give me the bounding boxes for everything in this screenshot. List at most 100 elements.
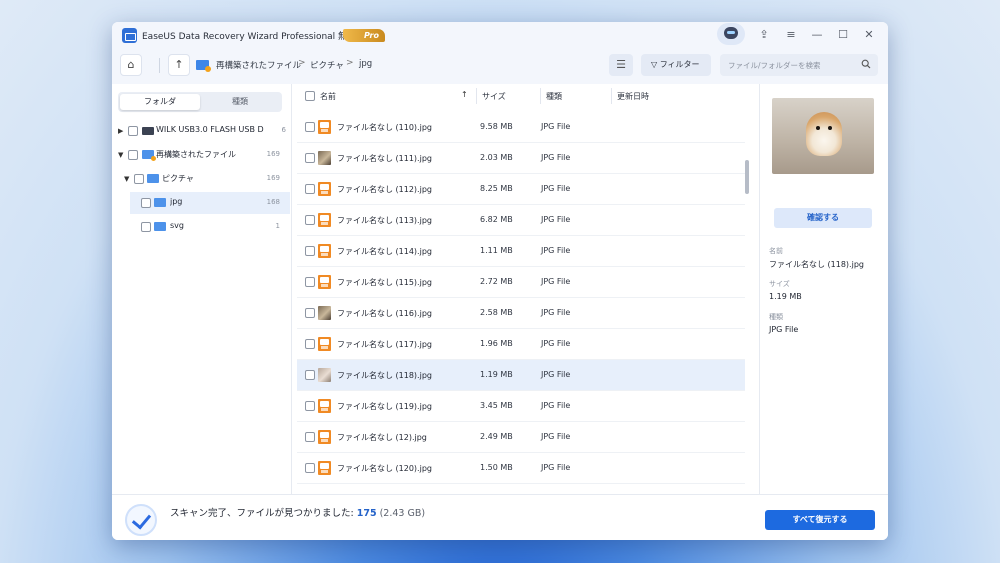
row-checkbox[interactable] (305, 463, 315, 473)
table-row-selected[interactable]: ファイル名なし (118).jpg 1.19 MB JPG File (297, 360, 745, 391)
file-size: 1.19 MB (480, 370, 513, 379)
row-checkbox[interactable] (305, 215, 315, 225)
row-checkbox[interactable] (305, 339, 315, 349)
table-row[interactable]: ファイル名なし (111).jpg 2.03 MB JPG File (297, 143, 745, 174)
column-header-type[interactable]: 種類 (546, 91, 562, 102)
file-type: JPG File (541, 122, 571, 131)
tree-item-usb-drive[interactable]: ▶ WILK USB3.0 FLASH USB D 6 (112, 120, 290, 142)
maximize-icon[interactable]: ☐ (834, 26, 852, 44)
tree-checkbox[interactable] (141, 198, 151, 208)
file-size: 2.58 MB (480, 308, 513, 317)
filter-label: フィルター (659, 60, 700, 69)
app-window: EaseUS Data Recovery Wizard Professional… (112, 22, 888, 540)
table-row[interactable]: ファイル名なし (120).jpg 1.50 MB JPG File (297, 453, 745, 484)
breadcrumb-item-recovered[interactable]: 再構築されたファイル (216, 59, 301, 71)
tree-checkbox[interactable] (134, 174, 144, 184)
image-file-icon (318, 244, 331, 258)
tree-checkbox[interactable] (141, 222, 151, 232)
row-checkbox[interactable] (305, 246, 315, 256)
row-checkbox[interactable] (305, 370, 315, 380)
table-row[interactable]: ファイル名なし (12).jpg 2.49 MB JPG File (297, 422, 745, 453)
tree-item-label: 再構築されたファイル (156, 150, 236, 159)
app-title: EaseUS Data Recovery Wizard Professional… (142, 32, 366, 42)
table-row[interactable]: ファイル名なし (116).jpg 2.58 MB JPG File (297, 298, 745, 329)
preview-name-value: ファイル名なし (118).jpg (769, 260, 864, 269)
account-avatar-icon[interactable] (717, 23, 745, 45)
menu-icon[interactable]: ≡ (782, 26, 800, 44)
collapse-arrow-icon[interactable]: ▼ (124, 175, 129, 183)
file-type: JPG File (541, 153, 571, 162)
table-row[interactable]: ファイル名なし (117).jpg 1.96 MB JPG File (297, 329, 745, 360)
table-row[interactable]: ファイル名なし (115).jpg 2.72 MB JPG File (297, 267, 745, 298)
preview-type-label: 種類 (769, 313, 783, 321)
scrollbar[interactable] (745, 112, 751, 482)
select-all-checkbox[interactable] (305, 91, 315, 101)
row-checkbox[interactable] (305, 184, 315, 194)
file-type: JPG File (541, 308, 571, 317)
expand-arrow-icon[interactable]: ▶ (118, 127, 123, 135)
column-header-size[interactable]: サイズ (482, 91, 506, 102)
table-row[interactable]: ファイル名なし (112).jpg 8.25 MB JPG File (297, 174, 745, 205)
search-box[interactable] (720, 54, 878, 76)
file-type: JPG File (541, 184, 571, 193)
close-icon[interactable]: ✕ (860, 26, 878, 44)
image-file-icon (318, 275, 331, 289)
table-row[interactable]: ファイル名なし (114).jpg 1.11 MB JPG File (297, 236, 745, 267)
tree-item-pictures[interactable]: ▼ ピクチャ 169 (112, 168, 290, 190)
up-folder-button[interactable]: ↑ (168, 54, 190, 76)
table-header: 名前 ↑ サイズ 種類 更新日時 (293, 84, 758, 108)
breadcrumb-item-jpg[interactable]: jpg (359, 59, 372, 69)
tree-item-recovered-files[interactable]: ▼ 再構築されたファイル 169 (112, 144, 290, 166)
column-divider[interactable] (611, 88, 612, 104)
tree-item-label: WILK USB3.0 FLASH USB D (156, 125, 264, 134)
scan-status-text: スキャン完了、ファイルが見つかりました: (170, 508, 357, 519)
row-checkbox[interactable] (305, 122, 315, 132)
file-name: ファイル名なし (115).jpg (337, 278, 432, 287)
collapse-arrow-icon[interactable]: ▼ (118, 151, 123, 159)
minimize-icon[interactable]: — (808, 26, 826, 44)
search-input[interactable] (728, 58, 856, 72)
breadcrumb-item-pictures[interactable]: ピクチャ (310, 59, 344, 71)
recovered-folder-icon (196, 60, 211, 72)
upload-icon[interactable]: ⇪ (755, 26, 773, 44)
preview-size-label: サイズ (769, 280, 790, 288)
title-bar: EaseUS Data Recovery Wizard Professional… (112, 22, 888, 48)
recover-all-button[interactable]: すべて復元する (765, 510, 875, 530)
column-divider[interactable] (540, 88, 541, 104)
list-view-button[interactable]: ☰ (609, 54, 633, 76)
preview-type-value: JPG File (769, 325, 799, 334)
image-file-icon (318, 337, 331, 351)
file-name: ファイル名なし (120).jpg (337, 464, 432, 473)
folder-icon (154, 198, 166, 207)
row-checkbox[interactable] (305, 277, 315, 287)
row-checkbox[interactable] (305, 308, 315, 318)
file-size: 6.82 MB (480, 215, 513, 224)
table-row[interactable]: ファイル名なし (110).jpg 9.58 MB JPG File (297, 112, 745, 143)
search-icon[interactable] (861, 59, 871, 69)
column-header-name[interactable]: 名前 (320, 91, 336, 102)
file-name: ファイル名なし (117).jpg (337, 340, 432, 349)
tree-item-svg[interactable]: svg 1 (130, 216, 290, 238)
column-divider[interactable] (476, 88, 477, 104)
tree-checkbox[interactable] (128, 126, 138, 136)
home-button[interactable]: ⌂ (120, 54, 142, 76)
table-row[interactable]: ファイル名なし (113).jpg 6.82 MB JPG File (297, 205, 745, 236)
row-checkbox[interactable] (305, 432, 315, 442)
tree-item-jpg[interactable]: jpg 168 (130, 192, 290, 214)
row-checkbox[interactable] (305, 153, 315, 163)
scrollbar-thumb[interactable] (745, 160, 749, 194)
folder-icon (147, 174, 159, 183)
tree-checkbox[interactable] (128, 150, 138, 160)
row-checkbox[interactable] (305, 401, 315, 411)
tree-item-count: 168 (266, 198, 280, 206)
tree-item-label: jpg (170, 197, 183, 206)
image-file-icon (318, 399, 331, 413)
table-row[interactable]: ファイル名なし (119).jpg 3.45 MB JPG File (297, 391, 745, 422)
preview-confirm-button[interactable]: 確認する (774, 208, 872, 228)
column-header-modified[interactable]: 更新日時 (617, 91, 649, 102)
sort-ascending-icon[interactable]: ↑ (461, 90, 468, 99)
filter-button[interactable]: ▽ フィルター (641, 54, 711, 76)
folder-sidebar: フォルダ 種類 ▶ WILK USB3.0 FLASH USB D 6 ▼ 再構… (112, 84, 292, 494)
tab-folder[interactable]: フォルダ (120, 94, 200, 110)
tab-type[interactable]: 種類 (200, 94, 280, 110)
